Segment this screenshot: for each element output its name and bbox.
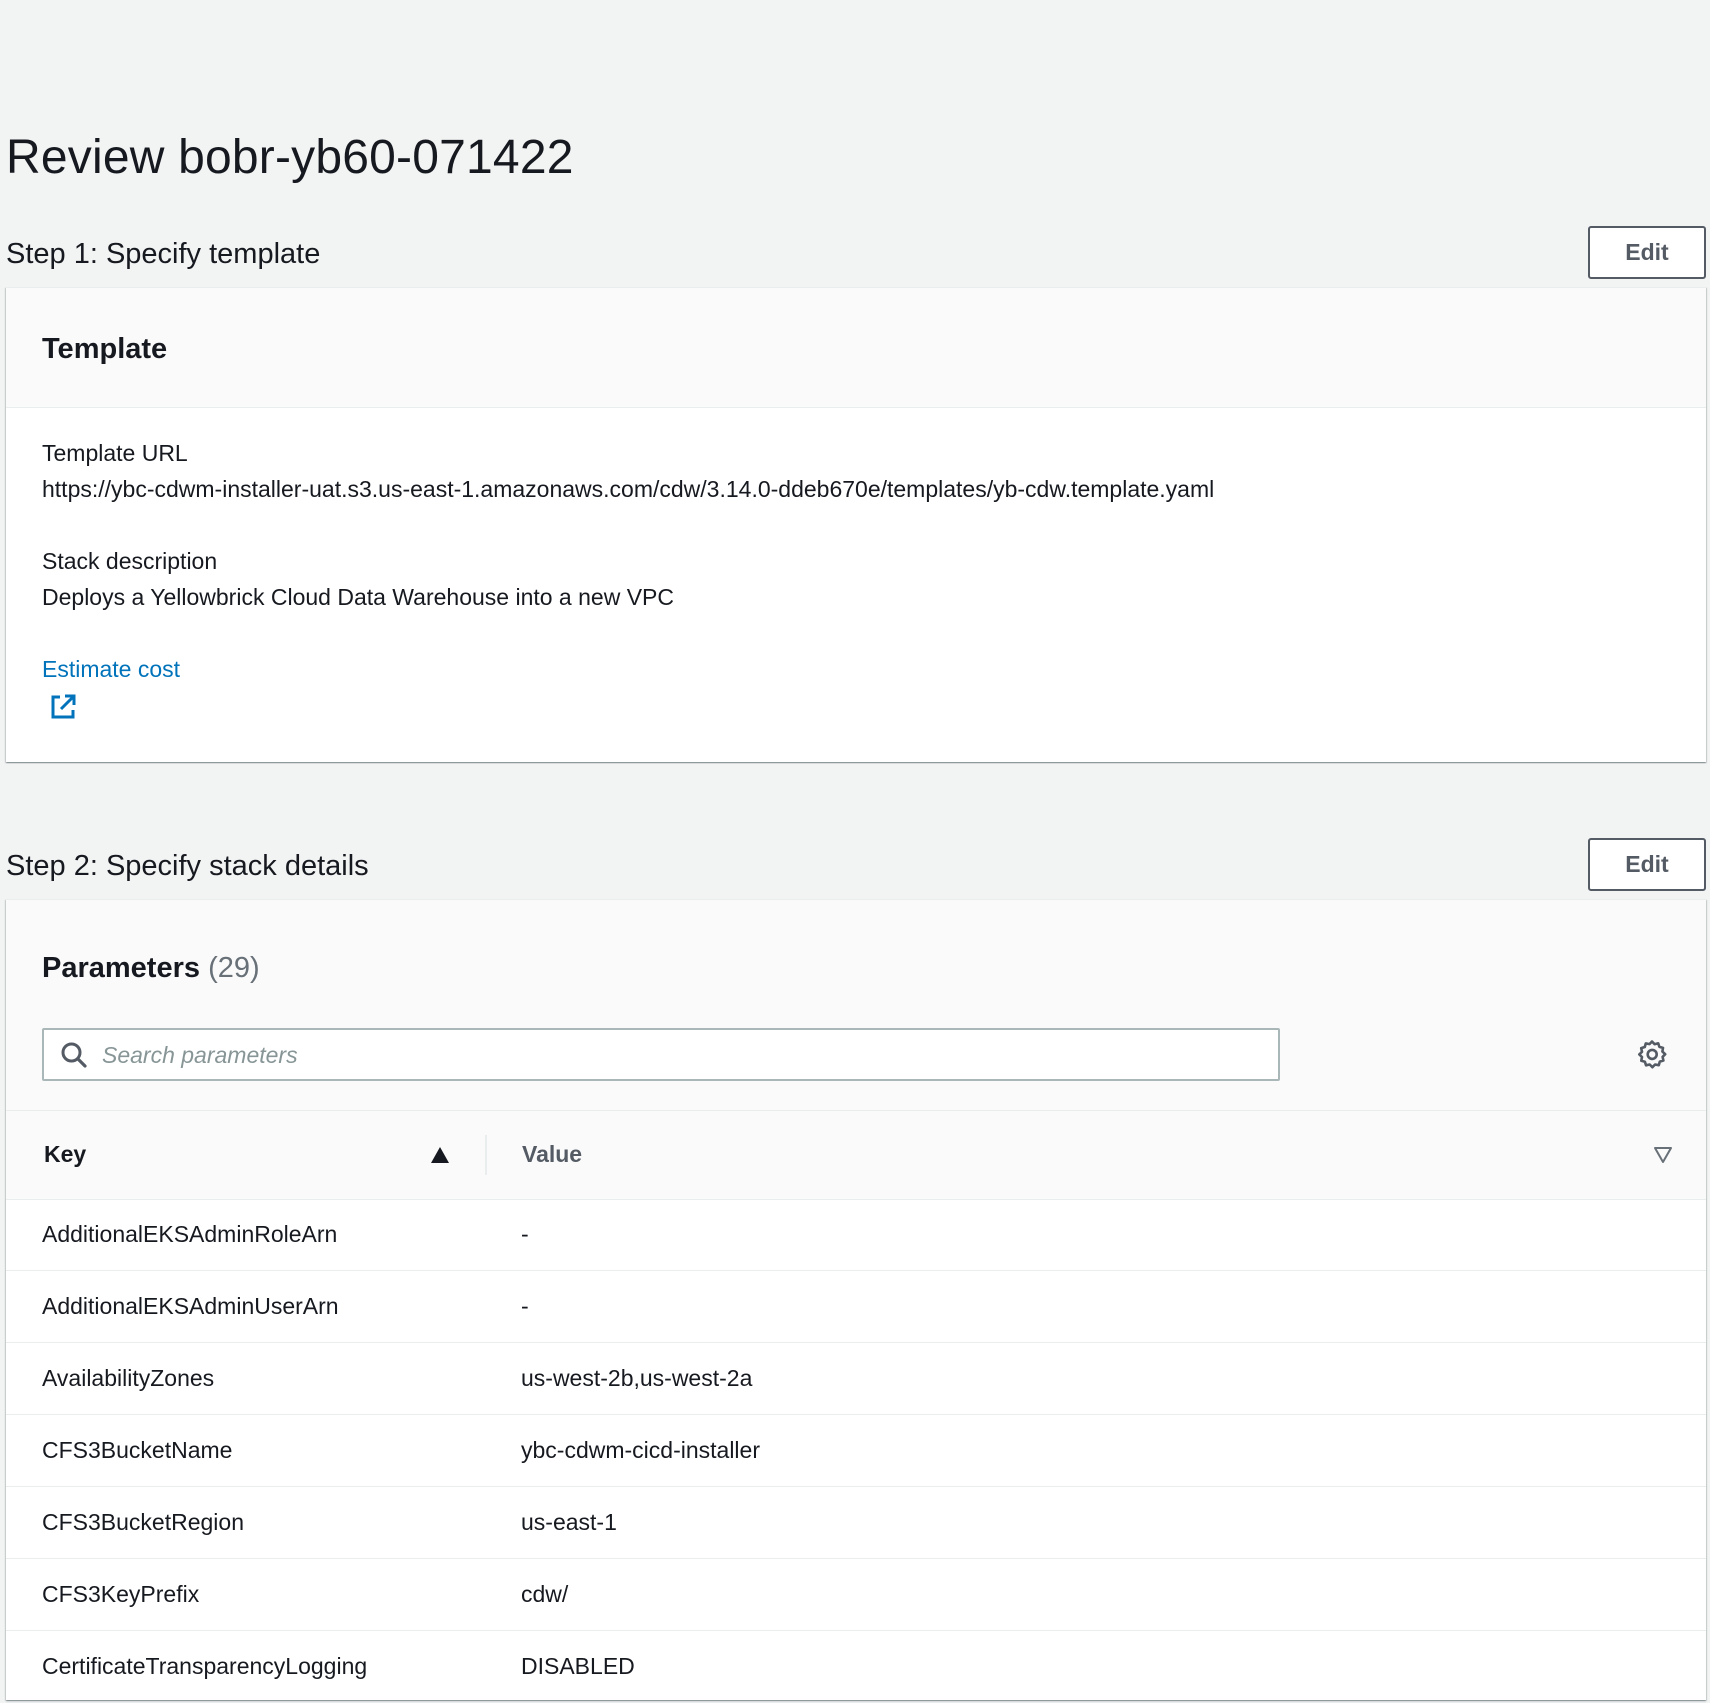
step2-header: Step 2: Specify stack details Edit [6, 838, 1706, 894]
template-url-value: https://ybc-cdwm-installer-uat.s3.us-eas… [42, 476, 1215, 502]
row-value: cdw/ [521, 1581, 569, 1607]
search-input[interactable] [102, 1034, 1262, 1076]
table-row: CFS3KeyPrefix cdw/ [6, 1559, 1706, 1631]
row-value: us-west-2b,us-west-2a [521, 1365, 753, 1391]
search-icon [61, 1042, 87, 1068]
stack-description-value: Deploys a Yellowbrick Cloud Data Warehou… [42, 584, 674, 610]
table-row: CFS3BucketName ybc-cdwm-cicd-installer [6, 1415, 1706, 1487]
table-row: CertificateTransparencyLogging DISABLED [6, 1631, 1706, 1703]
table-row: AvailabilityZones us-west-2b,us-west-2a [6, 1343, 1706, 1415]
table-row: AdditionalEKSAdminRoleArn - [6, 1199, 1706, 1271]
gear-icon[interactable] [1636, 1039, 1668, 1071]
template-panel-header: Template [6, 288, 1706, 408]
template-panel-title: Template [42, 333, 168, 365]
parameters-table-body: AdditionalEKSAdminRoleArn - AdditionalEK… [6, 1199, 1706, 1703]
external-link-icon[interactable] [48, 692, 78, 722]
step2-title: Step 2: Specify stack details [6, 850, 369, 882]
row-key: CFS3BucketRegion [42, 1509, 244, 1535]
table-header: Key Value [6, 1110, 1706, 1200]
step1-header: Step 1: Specify template Edit [6, 226, 1706, 282]
column-divider [485, 1135, 487, 1175]
row-key: AdditionalEKSAdminRoleArn [42, 1221, 338, 1247]
step1-title: Step 1: Specify template [6, 238, 321, 270]
template-url-label: Template URL [42, 440, 188, 466]
parameters-panel: Parameters (29) Key Value AdditionalEKSA… [6, 899, 1706, 1703]
table-row: CFS3BucketRegion us-east-1 [6, 1487, 1706, 1559]
page-title: Review bobr-yb60-071422 [6, 131, 574, 184]
parameters-panel-header: Parameters (29) [6, 900, 1706, 1110]
parameters-title-text: Parameters [42, 952, 200, 984]
table-row: AdditionalEKSAdminUserArn - [6, 1271, 1706, 1343]
row-value: us-east-1 [521, 1509, 617, 1535]
sort-ascending-icon[interactable] [430, 1146, 450, 1164]
column-header-key[interactable]: Key [44, 1111, 86, 1199]
row-key: CertificateTransparencyLogging [42, 1653, 368, 1679]
search-box[interactable] [42, 1028, 1280, 1081]
row-key: AdditionalEKSAdminUserArn [42, 1293, 339, 1319]
step1-edit-button[interactable]: Edit [1588, 226, 1706, 279]
template-panel: Template Template URL https://ybc-cdwm-i… [6, 287, 1706, 762]
sort-descending-icon[interactable] [1653, 1146, 1673, 1164]
parameters-count: (29) [208, 952, 260, 984]
estimate-cost-link[interactable]: Estimate cost [42, 654, 180, 684]
row-value: DISABLED [521, 1653, 635, 1679]
row-key: AvailabilityZones [42, 1365, 215, 1391]
row-key: CFS3KeyPrefix [42, 1581, 200, 1607]
parameters-panel-title: Parameters (29) [42, 948, 260, 988]
row-key: CFS3BucketName [42, 1437, 233, 1463]
row-value: - [521, 1221, 529, 1247]
column-header-value[interactable]: Value [522, 1111, 582, 1199]
row-value: ybc-cdwm-cicd-installer [521, 1437, 760, 1463]
stack-description-label: Stack description [42, 548, 218, 574]
step2-edit-button[interactable]: Edit [1588, 838, 1706, 891]
row-value: - [521, 1293, 529, 1319]
